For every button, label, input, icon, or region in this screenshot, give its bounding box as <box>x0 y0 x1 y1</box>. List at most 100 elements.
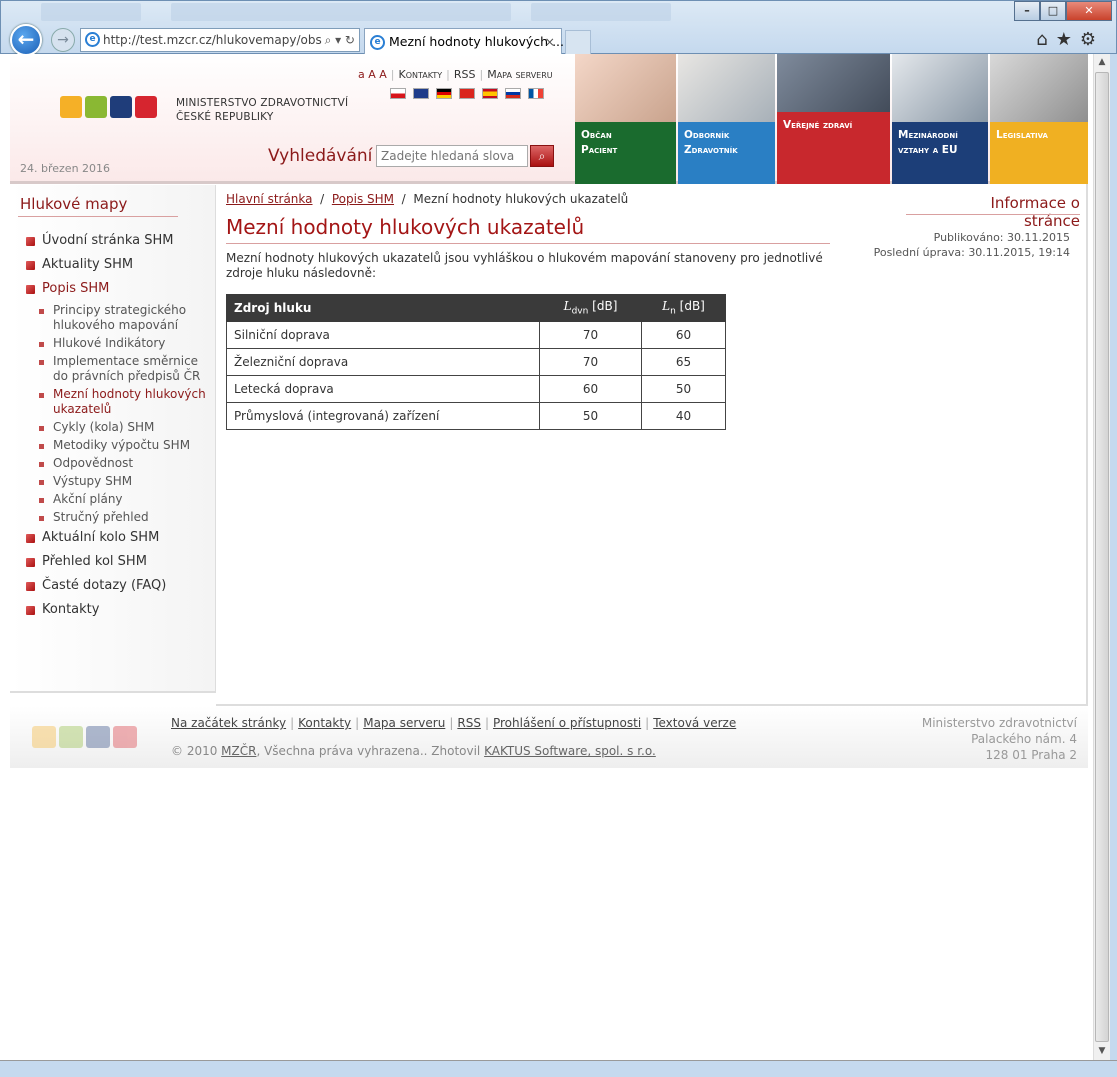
copyright: © 2010 MZČR, Všechna práva vyhrazena.. Z… <box>171 744 656 758</box>
cell-ln: 60 <box>641 321 726 349</box>
tile-verejne-zdravi[interactable]: Veřejné zdraví <box>777 54 890 184</box>
flag-vn-icon[interactable] <box>459 88 475 99</box>
tile-photo <box>678 54 775 122</box>
footer-link-accessibility[interactable]: Prohlášení o přístupnosti <box>493 716 641 730</box>
favorites-star-icon[interactable]: ★ <box>1056 29 1080 50</box>
window-controls: – □ ✕ <box>1014 1 1112 21</box>
footer-link-contacts[interactable]: Kontakty <box>298 716 351 730</box>
footer-link-sitemap[interactable]: Mapa serveru <box>363 716 445 730</box>
breadcrumb: Hlavní stránka / Popis SHM / Mezní hodno… <box>226 192 628 206</box>
sidebar-item[interactable]: Hlukové Indikátory <box>20 334 210 352</box>
page-info-title: Informace o stránce <box>990 194 1080 230</box>
scroll-down-icon[interactable]: ▼ <box>1094 1043 1110 1060</box>
vendor-link[interactable]: KAKTUS Software, spol. s r.o. <box>484 744 656 758</box>
search-button[interactable]: ⌕ <box>530 145 554 167</box>
flag-fr-icon[interactable] <box>528 88 544 99</box>
address-bar[interactable]: e http://test.mzcr.cz/hlukovemapy/obs ⌕ … <box>80 28 360 52</box>
sidebar-item[interactable]: Přehled kol SHM <box>20 550 210 574</box>
scroll-up-icon[interactable]: ▲ <box>1094 54 1110 71</box>
back-button[interactable]: ← <box>10 24 42 56</box>
close-window-button[interactable]: ✕ <box>1066 1 1112 21</box>
background-window <box>171 3 511 21</box>
cell-ldvn: 70 <box>539 321 642 349</box>
table-row: Silniční doprava 70 60 <box>226 321 726 349</box>
page-title: Mezní hodnoty hlukových ukazatelů <box>226 215 585 239</box>
col-header-source: Zdroj hluku <box>226 294 540 322</box>
address-line: Ministerstvo zdravotnictví <box>921 716 1077 730</box>
cell-ldvn: 60 <box>539 375 642 403</box>
sidebar-item[interactable]: Kontakty <box>20 598 210 622</box>
flag-uk-icon[interactable] <box>413 88 429 99</box>
background-window <box>41 3 141 21</box>
new-tab-button[interactable] <box>565 30 591 54</box>
tile-label: Veřejné zdraví <box>777 112 890 184</box>
flag-de-icon[interactable] <box>436 88 452 99</box>
cell-source: Silniční doprava <box>226 321 540 349</box>
logo-tile-icon <box>60 96 82 118</box>
sidebar-item[interactable]: Metodiky výpočtu SHM <box>20 436 210 454</box>
table-header-row: Zdroj hluku Ldvn [dB] Ln [dB] <box>226 294 726 322</box>
tab-close-icon[interactable]: × <box>545 29 555 55</box>
page-info: Publikováno: 30.11.2015 Poslední úprava:… <box>860 230 1070 260</box>
sidebar-item[interactable]: Popis SHM <box>20 277 210 301</box>
footer-link-rss[interactable]: RSS <box>457 716 481 730</box>
flag-es-icon[interactable] <box>482 88 498 99</box>
sidebar-item[interactable]: Cykly (kola) SHM <box>20 418 210 436</box>
tile-photo <box>990 54 1088 122</box>
rss-link[interactable]: RSS <box>454 68 476 81</box>
flag-cz-icon[interactable] <box>390 88 406 99</box>
sidebar-item[interactable]: Aktuální kolo SHM <box>20 526 210 550</box>
sidebar-item[interactable]: Aktuality SHM <box>20 253 210 277</box>
cell-ln: 40 <box>641 402 726 430</box>
logo-tile-icon <box>110 96 132 118</box>
contacts-link[interactable]: Kontakty <box>399 68 443 81</box>
section-tiles: Občan Pacient Odborník Zdravotník Veřejné … <box>575 54 1088 184</box>
sidebar-item[interactable]: Výstupy SHM <box>20 472 210 490</box>
sidebar-item[interactable]: Odpovědnost <box>20 454 210 472</box>
site-footer: Na začátek stránky | Kontakty | Mapa serveru… <box>10 706 1088 768</box>
browser-tab[interactable]: e Mezní hodnoty hlukových ... × <box>364 28 564 56</box>
tile-odbornik[interactable]: Odborník Zdravotník <box>678 54 775 184</box>
sidebar-item[interactable]: Implementace směrnice do právních předpi… <box>20 352 210 385</box>
breadcrumb-current: Mezní hodnoty hlukových ukazatelů <box>413 192 629 206</box>
scrollbar-thumb[interactable] <box>1095 72 1109 1042</box>
breadcrumb-home[interactable]: Hlavní stránka <box>226 192 313 206</box>
logo-tile-icon <box>135 96 157 118</box>
tile-mezinarodni[interactable]: Mezinárodní vztahy a EU <box>892 54 988 184</box>
ministry-logo[interactable] <box>60 96 157 118</box>
search-input[interactable] <box>376 145 528 167</box>
sidebar-item[interactable]: Mezní hodnoty hlukových ukazatelů <box>20 385 210 418</box>
language-flags <box>390 88 544 99</box>
font-size-switcher[interactable]: a A A <box>358 68 387 81</box>
minimize-button[interactable]: – <box>1014 1 1040 21</box>
sidebar-title[interactable]: Hlukové mapy <box>20 195 127 213</box>
table-row: Průmyslová (integrovaná) zařízení 50 40 <box>226 402 726 430</box>
sidebar-item[interactable]: Principy strategického hlukového mapován… <box>20 301 210 334</box>
footer-link-text-version[interactable]: Textová verze <box>653 716 736 730</box>
breadcrumb-parent[interactable]: Popis SHM <box>332 192 394 206</box>
sidebar-item[interactable]: Akční plány <box>20 490 210 508</box>
forward-button[interactable]: → <box>51 28 75 52</box>
ministry-name: Ministerstvo zdravotnictví České republi… <box>176 96 348 124</box>
settings-gear-icon[interactable]: ⚙ <box>1080 29 1104 50</box>
sidebar-nav: Úvodní stránka SHM Aktuality SHM Popis SHM… <box>20 229 210 622</box>
sitemap-link[interactable]: Mapa serveru <box>487 68 552 81</box>
sidebar-item[interactable]: Časté dotazy (FAQ) <box>20 574 210 598</box>
footer-link-top[interactable]: Na začátek stránky <box>171 716 286 730</box>
maximize-button[interactable]: □ <box>1040 1 1066 21</box>
table-row: Železniční doprava 70 65 <box>226 348 726 376</box>
sidebar-item[interactable]: Úvodní stránka SHM <box>20 229 210 253</box>
address-tools-icon[interactable]: ⌕ ▾ ↻ <box>325 29 355 51</box>
flag-ru-icon[interactable] <box>505 88 521 99</box>
tile-legislativa[interactable]: Legislativa <box>990 54 1088 184</box>
current-date: 24. březen 2016 <box>20 162 111 175</box>
address-line: Palackého nám. 4 <box>971 732 1077 746</box>
cell-ldvn: 50 <box>539 402 642 430</box>
cell-source: Letecká doprava <box>226 375 540 403</box>
home-icon[interactable]: ⌂ <box>1036 29 1055 50</box>
copyright-org-link[interactable]: MZČR <box>221 744 256 758</box>
cell-ln: 65 <box>641 348 726 376</box>
sidebar-item[interactable]: Stručný přehled <box>20 508 210 526</box>
vertical-scrollbar[interactable]: ▲ ▼ <box>1093 54 1110 1060</box>
tile-obcan[interactable]: Občan Pacient <box>575 54 676 184</box>
